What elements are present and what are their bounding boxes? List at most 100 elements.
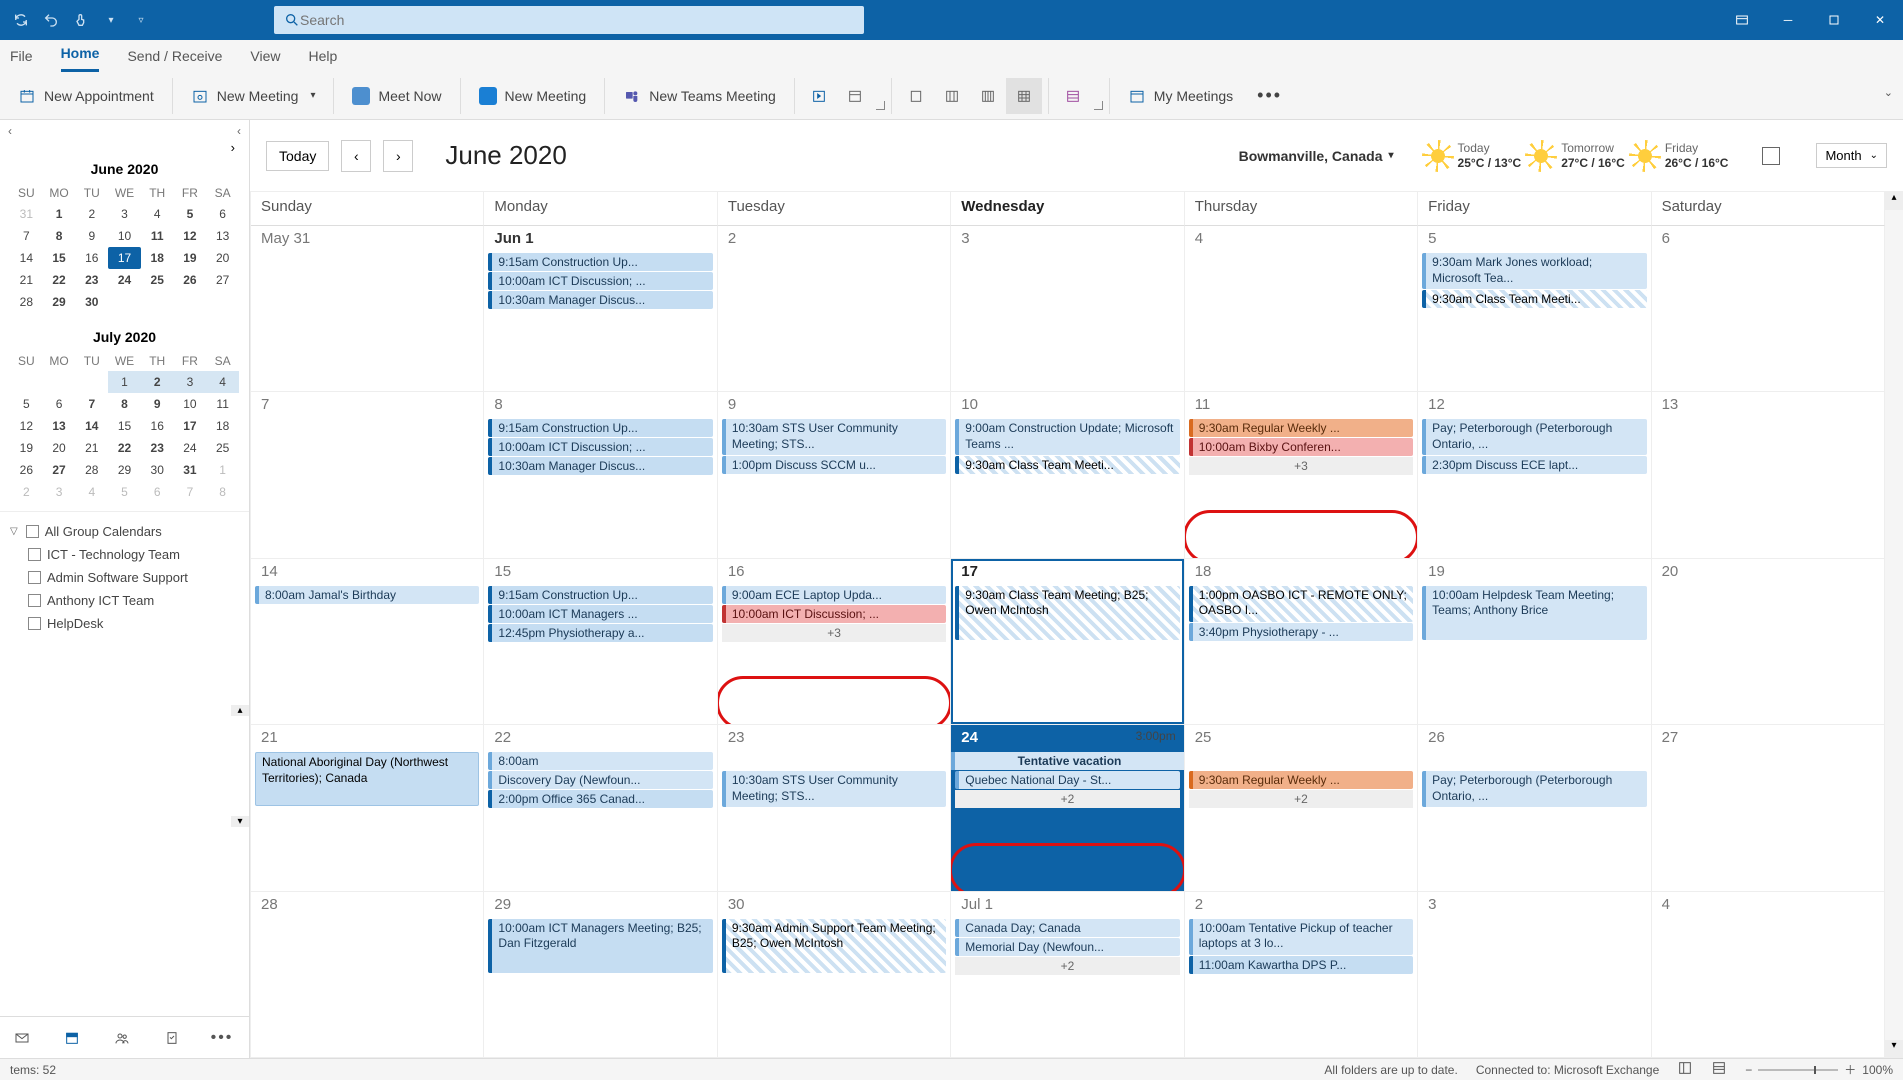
minical-day[interactable]: 9 [75, 225, 108, 247]
day-cell[interactable]: 2910:00am ICT Managers Meeting; B25; Dan… [484, 892, 717, 1058]
minical-day[interactable]: 25 [141, 269, 174, 291]
minical-day[interactable]: 1 [43, 203, 76, 225]
cal-item-admin[interactable]: Admin Software Support [10, 566, 239, 589]
minical-day[interactable]: 7 [10, 225, 43, 247]
minical-day[interactable]: 26 [10, 459, 43, 481]
minical-day[interactable]: 7 [174, 481, 207, 503]
day-cell[interactable]: 4 [1185, 226, 1418, 392]
minical-day[interactable]: 25 [206, 437, 239, 459]
mini-next-icon[interactable]: › [231, 140, 235, 155]
weather-tomorrow[interactable]: Tomorrow27°C / 16°C [1529, 141, 1625, 170]
calendar-event[interactable]: 10:30am STS User Community Meeting; STS.… [722, 419, 946, 455]
minical-day[interactable] [141, 291, 174, 313]
minical-day[interactable]: 3 [174, 371, 207, 393]
calendar-event[interactable]: 10:00am ICT Discussion; ... [488, 438, 712, 456]
day-cell[interactable]: 159:15am Construction Up...10:00am ICT M… [484, 559, 717, 725]
calendar-event[interactable]: 8:00am Jamal's Birthday [255, 586, 479, 604]
day-cell[interactable]: 243:00pmTentative vacationQuebec Nationa… [951, 725, 1184, 891]
minical-day[interactable]: 6 [43, 393, 76, 415]
calendar-event[interactable]: National Aboriginal Day (Northwest Terri… [255, 752, 479, 806]
minical2-title[interactable]: July 2020 [10, 329, 239, 345]
minical-day[interactable]: 2 [141, 371, 174, 393]
checkbox-icon[interactable] [26, 525, 39, 538]
day-cell[interactable]: 21National Aboriginal Day (Northwest Ter… [251, 725, 484, 891]
ribbon-display-icon[interactable] [1719, 0, 1765, 40]
minical-day[interactable]: 9 [141, 393, 174, 415]
calendar-event[interactable]: 9:30am Class Team Meeting; B25; Owen McI… [955, 586, 1179, 640]
day-cell[interactable]: 28 [251, 892, 484, 1058]
more-events[interactable]: +2 [955, 957, 1179, 975]
search-box[interactable] [274, 6, 864, 34]
minical-day[interactable]: 11 [206, 393, 239, 415]
day-cell[interactable]: 1910:00am Helpdesk Team Meeting; Teams; … [1418, 559, 1651, 725]
minical-day[interactable]: 18 [206, 415, 239, 437]
minical-day[interactable]: 17 [108, 247, 141, 269]
day-cell[interactable]: 20 [1652, 559, 1885, 725]
schedule-view-icon[interactable] [1055, 78, 1091, 114]
minical1-title[interactable]: June 2020 [10, 161, 239, 177]
calendar-event[interactable]: 10:00am Tentative Pickup of teacher lapt… [1189, 919, 1413, 955]
location-dropdown[interactable]: Bowmanville, Canada▾ [1239, 148, 1394, 164]
calendar-event[interactable]: 9:15am Construction Up... [488, 419, 712, 437]
next-7days-icon[interactable] [837, 78, 873, 114]
minical-day[interactable]: 12 [174, 225, 207, 247]
day-cell[interactable]: 910:30am STS User Community Meeting; STS… [718, 392, 951, 558]
minical-day[interactable]: 5 [108, 481, 141, 503]
new-teams-meeting-button[interactable]: New Teams Meeting [611, 81, 788, 111]
day-cell[interactable]: 210:00am Tentative Pickup of teacher lap… [1185, 892, 1418, 1058]
minical-day[interactable]: 24 [108, 269, 141, 291]
spanning-event[interactable]: Tentative vacation [951, 752, 1183, 770]
day-cell[interactable]: 4 [1652, 892, 1885, 1058]
minical-day[interactable] [206, 291, 239, 313]
minical-day[interactable]: 28 [75, 459, 108, 481]
zoom-control[interactable]: −＋100% [1745, 1061, 1893, 1078]
tab-file[interactable]: File [10, 44, 33, 72]
qat-more-icon[interactable]: ▿ [128, 7, 154, 33]
minical-day[interactable]: 2 [75, 203, 108, 225]
minical-day[interactable]: 18 [141, 247, 174, 269]
minical-day[interactable]: 22 [108, 437, 141, 459]
mini-prev-icon[interactable]: ‹ [8, 124, 12, 138]
day-cell[interactable]: 3 [951, 226, 1184, 392]
day-cell[interactable]: Jul 1Canada Day; CanadaMemorial Day (New… [951, 892, 1184, 1058]
calendar-event[interactable]: 12:45pm Physiotherapy a... [488, 624, 712, 642]
cal-group-all[interactable]: ▽All Group Calendars [10, 520, 239, 543]
more-events[interactable]: +2 [955, 790, 1179, 808]
day-cell[interactable]: 228:00amDiscovery Day (Newfoun...2:00pm … [484, 725, 717, 891]
calendar-event[interactable]: 10:00am ICT Managers Meeting; B25; Dan F… [488, 919, 712, 973]
calendar-event[interactable]: 3:40pm Physiotherapy - ... [1189, 623, 1413, 641]
minical-day[interactable]: 4 [75, 481, 108, 503]
calendar-event[interactable]: 11:00am Kawartha DPS P... [1189, 956, 1413, 974]
calendar-event[interactable]: Canada Day; Canada [955, 919, 1179, 937]
day-cell[interactable]: May 31 [251, 226, 484, 392]
calendar-event[interactable]: 10:30am Manager Discus... [488, 457, 712, 475]
minical-day[interactable]: 14 [75, 415, 108, 437]
calendar-event[interactable]: Pay; Peterborough (Peterborough Ontario,… [1422, 419, 1646, 455]
calendar-event[interactable]: Quebec National Day - St... [955, 771, 1179, 789]
minical-day[interactable] [43, 371, 76, 393]
minical-day[interactable]: 21 [75, 437, 108, 459]
minical-day[interactable]: 11 [141, 225, 174, 247]
nav-more-icon[interactable]: ••• [212, 1028, 232, 1048]
day-cell[interactable]: Jun 19:15am Construction Up...10:00am IC… [484, 226, 717, 392]
minical-day[interactable]: 3 [43, 481, 76, 503]
minical-day[interactable]: 29 [43, 291, 76, 313]
day-cell[interactable]: 27 [1652, 725, 1885, 891]
month-view-icon[interactable] [1006, 78, 1042, 114]
minical-day[interactable]: 23 [141, 437, 174, 459]
calendar-event[interactable]: 9:30am Class Team Meeti... [1422, 290, 1646, 308]
day-cell[interactable]: 259:30am Regular Weekly ...+2 [1185, 725, 1418, 891]
minical-day[interactable]: 10 [108, 225, 141, 247]
minical-day[interactable]: 20 [43, 437, 76, 459]
day-cell[interactable]: 109:00am Construction Update; Microsoft … [951, 392, 1184, 558]
calendar-event[interactable]: 10:00am Helpdesk Team Meeting; Teams; An… [1422, 586, 1646, 640]
mail-icon[interactable] [12, 1028, 32, 1048]
view-dropdown[interactable]: Month⌄ [1816, 143, 1887, 168]
minical-day[interactable]: 10 [174, 393, 207, 415]
calendar-event[interactable]: 1:00pm OASBO ICT - REMOTE ONLY; OASBO I.… [1189, 586, 1413, 622]
minical-day[interactable]: 19 [10, 437, 43, 459]
minical-day[interactable]: 5 [174, 203, 207, 225]
minical-day[interactable]: 27 [206, 269, 239, 291]
tab-view[interactable]: View [250, 44, 280, 72]
tasks-icon[interactable] [162, 1028, 182, 1048]
